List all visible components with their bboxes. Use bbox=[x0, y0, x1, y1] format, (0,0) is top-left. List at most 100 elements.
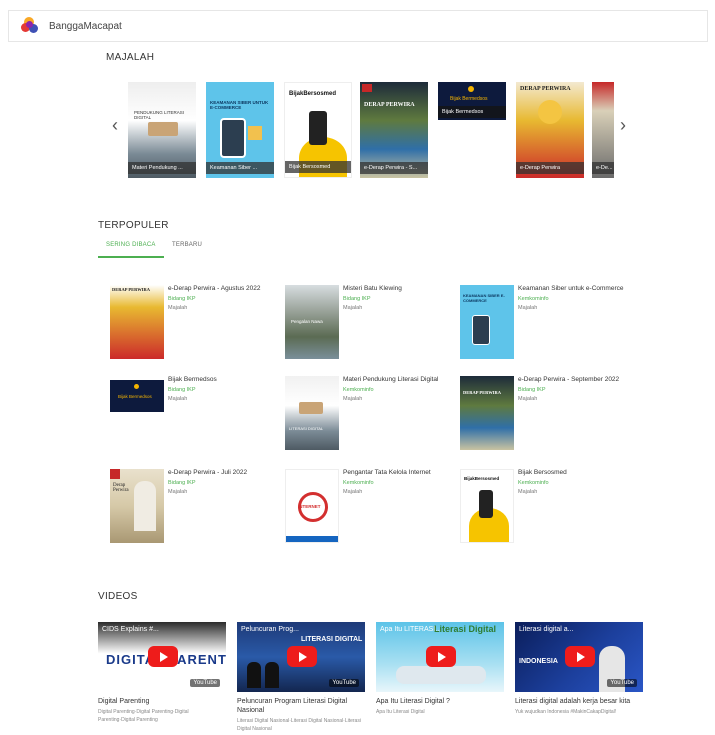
cover-text: KEAMANAN SIBER UNTUK E-COMMERCE bbox=[210, 100, 269, 110]
cover-text: DERAP PERWIRA bbox=[364, 102, 415, 108]
carousel-item[interactable]: DERAP PERWIRA e-Derap Perwira - S... bbox=[360, 82, 428, 178]
section-title-terpopuler: TERPOPULER bbox=[98, 220, 169, 231]
video-overlay-title: Peluncuran Prog... bbox=[241, 626, 299, 633]
magazine-thumbnail[interactable]: BijakBersosmed bbox=[460, 469, 514, 543]
item-category: Majalah bbox=[518, 396, 538, 402]
magazine-thumbnail[interactable]: KEAMANAN SIBER E-COMMERCE bbox=[460, 285, 514, 359]
item-source: Bidang IKP bbox=[168, 480, 196, 486]
play-icon[interactable] bbox=[565, 646, 595, 667]
item-title[interactable]: e-Derap Perwira - Agustus 2022 bbox=[168, 285, 280, 292]
video-overlay-title: CIDS Explains #... bbox=[102, 626, 159, 633]
video-overlay-title: Apa Itu LITERASI... bbox=[380, 626, 442, 633]
cover-text: BijakBersosmed bbox=[289, 91, 337, 97]
video-card[interactable]: Literasi digital a... INDONESIA YouTube … bbox=[515, 622, 643, 716]
carousel-next-icon[interactable]: › bbox=[620, 116, 626, 134]
brand-name[interactable]: BanggaMacapat bbox=[49, 21, 122, 32]
video-card[interactable]: CIDS Explains #... DIGITAL PARENTING You… bbox=[98, 622, 226, 724]
cover-text: DERAP PERWIRA bbox=[112, 287, 150, 292]
video-overlay-title: Literasi digital a... bbox=[519, 626, 574, 633]
item-source: Kemkominfo bbox=[343, 480, 374, 486]
play-icon[interactable] bbox=[287, 646, 317, 667]
carousel-caption: e-De... bbox=[592, 162, 614, 174]
video-card[interactable]: Peluncuran Prog... LITERASI DIGITAL YouT… bbox=[237, 622, 365, 733]
item-category: Majalah bbox=[343, 305, 363, 311]
carousel-prev-icon[interactable]: ‹ bbox=[112, 116, 118, 134]
item-title[interactable]: Materi Pendukung Literasi Digital bbox=[343, 376, 455, 383]
item-category: Majalah bbox=[518, 489, 538, 495]
tab-terbaru[interactable]: TERBARU bbox=[172, 242, 202, 248]
carousel-item[interactable]: e-De... bbox=[592, 82, 614, 178]
cover-text: Bijak Bermedsos bbox=[118, 394, 152, 399]
item-title[interactable]: e-Derap Perwira - September 2022 bbox=[518, 376, 630, 383]
carousel-item[interactable]: KEAMANAN SIBER UNTUK E-COMMERCE Keamanan… bbox=[206, 82, 274, 178]
item-source: Bidang IKP bbox=[343, 296, 371, 302]
video-thumbnail[interactable]: CIDS Explains #... DIGITAL PARENTING You… bbox=[98, 622, 226, 692]
item-category: Majalah bbox=[518, 305, 538, 311]
video-description: Digital Parenting·Digital Parenting·Digi… bbox=[98, 709, 189, 723]
youtube-logo: YouTube bbox=[329, 679, 359, 687]
item-category: Majalah bbox=[168, 396, 188, 402]
video-description: Yuk wujudkan Indonesia #MakinCakapDigita… bbox=[515, 709, 617, 715]
carousel-item[interactable]: DERAP PERWIRA e-Derap Perwira bbox=[516, 82, 584, 178]
video-thumbnail[interactable]: Apa Itu LITERASI... Literasi Digital bbox=[376, 622, 504, 692]
magazine-thumbnail[interactable]: Derap Perwira bbox=[110, 469, 164, 543]
video-title[interactable]: Literasi digital adalah kerja besar kita bbox=[515, 697, 643, 706]
list-item[interactable]: DERAP PERWIRA e-Derap Perwira - Septembe… bbox=[460, 376, 630, 456]
item-title[interactable]: e-Derap Perwira - Juli 2022 bbox=[168, 469, 280, 476]
video-card[interactable]: Apa Itu LITERASI... Literasi Digital Apa… bbox=[376, 622, 504, 716]
magazine-thumbnail[interactable]: DERAP PERWIRA bbox=[110, 285, 164, 359]
magazine-thumbnail[interactable]: INTERNET bbox=[285, 469, 339, 543]
carousel-item[interactable]: Bijak Bermedsos Bijak Bermedsos bbox=[438, 82, 506, 120]
magazine-thumbnail[interactable]: Pengalan Nawa bbox=[285, 285, 339, 359]
list-item[interactable]: Derap Perwira e-Derap Perwira - Juli 202… bbox=[110, 469, 280, 549]
tab-sering-dibaca[interactable]: SERING DIBACA bbox=[106, 242, 156, 248]
tab-bar: SERING DIBACA TERBARU bbox=[98, 238, 218, 258]
item-title[interactable]: Pengantar Tata Kelola Internet bbox=[343, 469, 455, 476]
cover-text: INTERNET bbox=[298, 504, 321, 509]
item-source: Bidang IKP bbox=[168, 387, 196, 393]
item-title[interactable]: Bijak Bersosmed bbox=[518, 469, 630, 476]
video-thumbnail[interactable]: Literasi digital a... INDONESIA YouTube bbox=[515, 622, 643, 692]
list-item[interactable]: LITERASI DIGITAL Materi Pendukung Litera… bbox=[285, 376, 455, 456]
video-thumbnail[interactable]: Peluncuran Prog... LITERASI DIGITAL YouT… bbox=[237, 622, 365, 692]
cover-text: PENDUKUNG LITERASI DIGITAL bbox=[134, 110, 185, 120]
list-item[interactable]: DERAP PERWIRA e-Derap Perwira - Agustus … bbox=[110, 285, 280, 365]
video-cover-text: LITERASI DIGITAL bbox=[301, 636, 363, 643]
carousel-item[interactable]: PENDUKUNG LITERASI DIGITAL Materi Penduk… bbox=[128, 82, 196, 178]
magazine-thumbnail[interactable]: DERAP PERWIRA bbox=[460, 376, 514, 450]
carousel-caption: Bijak Bermedsos bbox=[438, 106, 506, 118]
list-item[interactable]: KEAMANAN SIBER E-COMMERCE Keamanan Siber… bbox=[460, 285, 630, 365]
cover-text: KEAMANAN SIBER E-COMMERCE bbox=[463, 293, 505, 303]
video-title[interactable]: Peluncuran Program Literasi Digital Nasi… bbox=[237, 697, 365, 715]
magazine-carousel: ‹ › PENDUKUNG LITERASI DIGITAL Materi Pe… bbox=[104, 78, 634, 182]
video-cover-text: Literasi Digital bbox=[434, 624, 497, 634]
brand-logo-icon[interactable] bbox=[21, 17, 39, 35]
youtube-logo: YouTube bbox=[607, 679, 637, 687]
carousel-caption: e-Derap Perwira bbox=[516, 162, 584, 174]
list-item[interactable]: BijakBersosmed Bijak Bersosmed Kemkominf… bbox=[460, 469, 630, 549]
item-title[interactable]: Misteri Batu Klewing bbox=[343, 285, 455, 292]
magazine-thumbnail[interactable]: Bijak Bermedsos bbox=[110, 380, 164, 412]
video-title[interactable]: Digital Parenting bbox=[98, 697, 226, 706]
magazine-thumbnail[interactable]: LITERASI DIGITAL bbox=[285, 376, 339, 450]
carousel-caption: Keamanan Siber ... bbox=[206, 162, 274, 174]
item-category: Majalah bbox=[343, 489, 363, 495]
list-item[interactable]: Pengalan Nawa Misteri Batu Klewing Bidan… bbox=[285, 285, 455, 365]
play-icon[interactable] bbox=[426, 646, 456, 667]
list-item[interactable]: Bijak Bermedsos Bijak Bermedsos Bidang I… bbox=[110, 376, 280, 456]
section-title-videos: VIDEOS bbox=[98, 591, 138, 602]
item-source: Kemkominfo bbox=[343, 387, 374, 393]
cover-text: DERAP PERWIRA bbox=[463, 390, 501, 395]
play-icon[interactable] bbox=[148, 646, 178, 667]
cover-text: Pengalan Nawa bbox=[291, 319, 323, 324]
list-item[interactable]: INTERNET Pengantar Tata Kelola Internet … bbox=[285, 469, 455, 549]
video-title[interactable]: Apa Itu Literasi Digital ? bbox=[376, 697, 504, 706]
carousel-caption: e-Derap Perwira - S... bbox=[360, 162, 428, 174]
top-bar: BanggaMacapat bbox=[8, 10, 708, 42]
item-source: Kemkominfo bbox=[518, 480, 549, 486]
item-title[interactable]: Bijak Bermedsos bbox=[168, 376, 280, 383]
cover-text: LITERASI DIGITAL bbox=[289, 426, 324, 431]
item-source: Kemkominfo bbox=[518, 296, 549, 302]
carousel-item[interactable]: BijakBersosmed Bijak Bersosmed bbox=[284, 82, 352, 178]
item-title[interactable]: Keamanan Siber untuk e-Commerce bbox=[518, 285, 630, 292]
